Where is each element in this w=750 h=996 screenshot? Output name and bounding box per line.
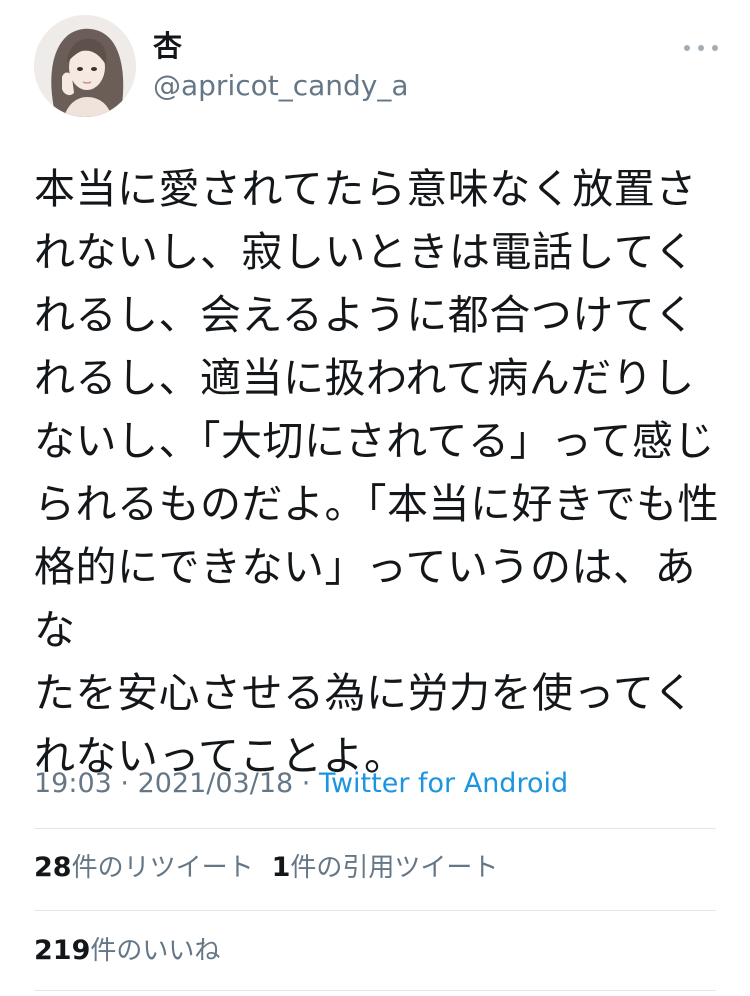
quotes-count: 1 [271, 852, 291, 883]
meta-separator: · [111, 768, 138, 799]
likes-stat[interactable]: 219件のいいね [34, 935, 221, 966]
likes-stats-row: 219件のいいね [34, 933, 238, 969]
tweet-text: 本当に愛されてたら意味なく放置さ れないし、寂しいときは電話してく れるし、会え… [34, 165, 719, 780]
tweet-date[interactable]: 2021/03/18 [138, 768, 294, 799]
display-name[interactable]: 杏 [153, 28, 182, 64]
retweets-count: 28 [34, 852, 72, 883]
divider [34, 990, 716, 991]
more-options-icon[interactable] [684, 38, 718, 58]
dot [684, 45, 690, 51]
avatar-illustration [34, 15, 136, 117]
engagement-stats-row: 28件のリツイート 1件の引用ツイート [34, 850, 516, 886]
retweets-stat[interactable]: 28件のリツイート [34, 852, 254, 883]
likes-label: 件のいいね [90, 936, 221, 966]
tweet-source-link[interactable]: Twitter for Android [319, 768, 568, 799]
meta-separator: · [293, 768, 319, 799]
tweet-meta: 19:03 · 2021/03/18 · Twitter for Android [34, 766, 568, 802]
dot [712, 45, 718, 51]
quotes-stat[interactable]: 1件の引用ツイート [271, 852, 499, 883]
likes-count: 219 [34, 935, 91, 966]
quotes-label: 件の引用ツイート [290, 853, 499, 883]
user-handle[interactable]: @apricot_candy_a [153, 68, 409, 104]
retweets-label: 件のリツイート [71, 853, 254, 883]
dot [698, 45, 704, 51]
avatar[interactable] [34, 15, 136, 117]
divider [34, 828, 716, 829]
tweet-detail: 杏 @apricot_candy_a 本当に愛されてたら意味なく放置さ れないし… [0, 0, 750, 996]
tweet-time[interactable]: 19:03 [34, 768, 112, 799]
divider [34, 910, 716, 911]
